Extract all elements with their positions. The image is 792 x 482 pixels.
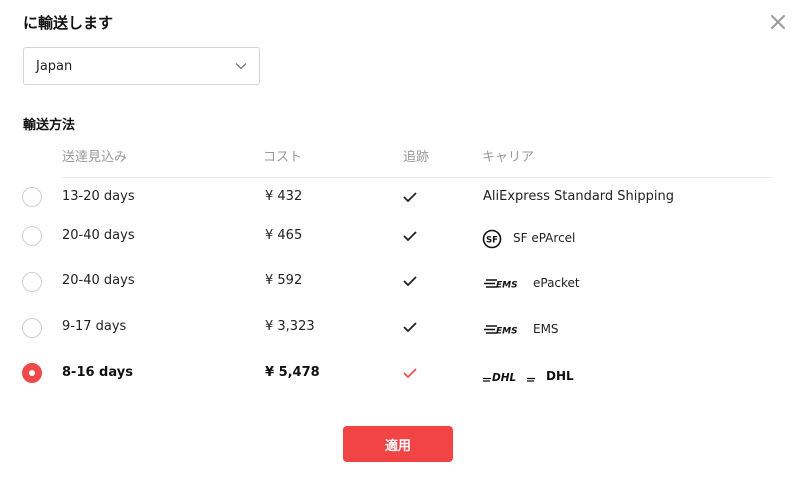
dialog-title: に輸送します: [23, 14, 114, 32]
shipping-cost: ¥ 465: [265, 228, 303, 243]
shipping-cost: ¥ 5,478: [265, 365, 320, 380]
country-select[interactable]: Japan: [23, 47, 260, 85]
shipping-cost: ¥ 592: [265, 273, 303, 288]
svg-text:DHL: DHL: [492, 372, 516, 383]
close-icon[interactable]: [769, 13, 787, 31]
carrier-name: EMS: [533, 322, 559, 336]
shipping-option-row[interactable]: 13-20 days ¥ 432 AliExpress Standard Shi…: [0, 181, 792, 211]
shipping-option-radio-selected[interactable]: [22, 363, 42, 383]
column-header-tracking: 追跡: [403, 150, 430, 165]
shipping-option-radio[interactable]: [22, 318, 42, 338]
carrier-name: ePacket: [533, 276, 580, 290]
chevron-down-icon: [235, 63, 247, 70]
check-icon: [403, 231, 417, 241]
apply-button[interactable]: 適用: [343, 426, 453, 462]
shipping-option-row[interactable]: 20-40 days ¥ 592 EMS ePacket: [0, 266, 792, 296]
check-icon: [403, 276, 417, 286]
column-header-cost: コスト: [263, 150, 303, 165]
shipping-method-heading: 輸送方法: [23, 118, 76, 133]
dhl-logo-icon: DHL: [483, 372, 535, 383]
check-icon: [403, 322, 417, 332]
sf-logo-icon: SF: [482, 229, 502, 249]
check-icon: [403, 368, 417, 378]
shipping-option-radio[interactable]: [22, 272, 42, 292]
shipping-option-row[interactable]: 8-16 days ¥ 5,478 DHL DHL: [0, 358, 792, 388]
delivery-time: 9-17 days: [62, 319, 127, 334]
delivery-time: 20-40 days: [62, 228, 135, 243]
delivery-time: 13-20 days: [62, 189, 135, 204]
svg-text:EMS: EMS: [496, 281, 518, 290]
shipping-option-row[interactable]: 9-17 days ¥ 3,323 EMS EMS: [0, 312, 792, 342]
shipping-option-radio[interactable]: [22, 187, 42, 207]
carrier-name: DHL: [546, 369, 574, 383]
shipping-option-radio[interactable]: [22, 226, 42, 246]
shipping-option-row[interactable]: 20-40 days ¥ 465 SF SF ePArcel: [0, 221, 792, 251]
delivery-time: 8-16 days: [62, 365, 133, 380]
country-select-value: Japan: [36, 59, 73, 74]
svg-text:EMS: EMS: [496, 327, 518, 336]
column-header-carrier: キャリア: [482, 150, 535, 165]
ems-logo-icon: EMS: [484, 325, 518, 336]
svg-text:SF: SF: [486, 236, 498, 246]
shipping-cost: ¥ 432: [265, 189, 303, 204]
delivery-time: 20-40 days: [62, 273, 135, 288]
header-divider: [62, 177, 772, 178]
check-icon: [403, 192, 417, 202]
carrier-name: AliExpress Standard Shipping: [483, 189, 674, 204]
column-header-delivery: 送達見込み: [62, 150, 128, 165]
ems-logo-icon: EMS: [484, 279, 518, 290]
shipping-cost: ¥ 3,323: [265, 319, 315, 334]
carrier-name: SF ePArcel: [513, 231, 576, 245]
